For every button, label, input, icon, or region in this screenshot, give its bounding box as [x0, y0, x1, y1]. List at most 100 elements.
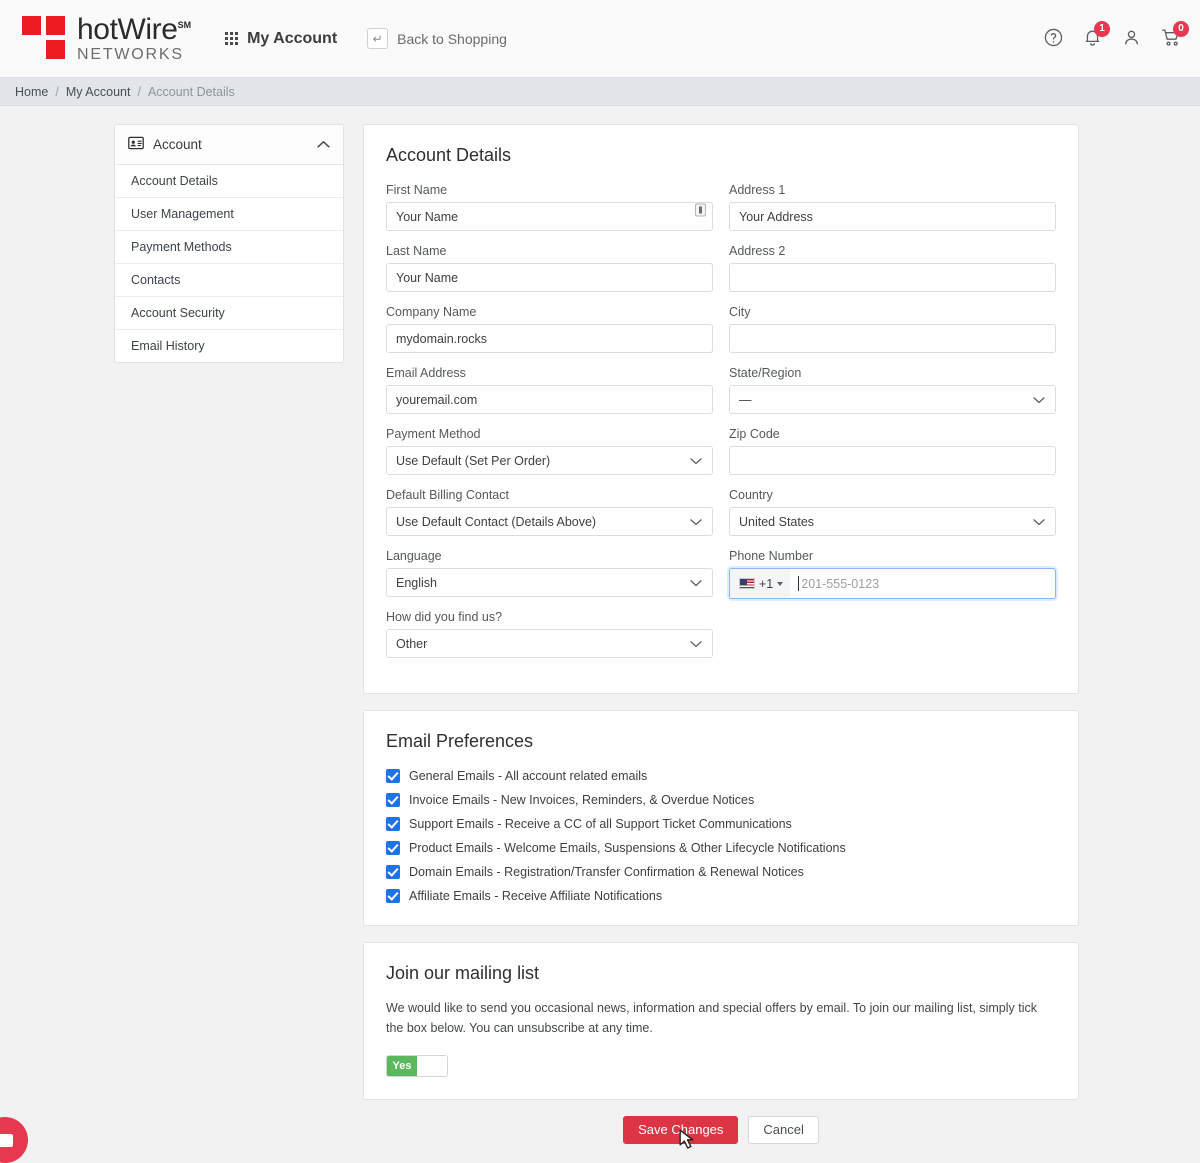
checkbox-checked-icon[interactable]	[386, 841, 400, 855]
zip-code-input[interactable]	[729, 446, 1056, 475]
help-circle-icon[interactable]	[1043, 27, 1064, 51]
chevron-down-icon	[690, 454, 702, 468]
chevron-down-icon	[1033, 393, 1045, 407]
sidebar-item-account-security[interactable]: Account Security	[115, 297, 343, 330]
field-language: Language English	[386, 549, 713, 597]
label-address-1: Address 1	[729, 183, 786, 197]
field-country: Country United States	[729, 488, 1056, 536]
breadcrumb: Home / My Account / Account Details	[0, 78, 1200, 106]
first-name-input[interactable]: Your Name	[386, 202, 713, 231]
contact-card-icon	[128, 136, 144, 153]
address-1-input[interactable]: Your Address	[729, 202, 1056, 231]
email-address-input[interactable]: youremail.com	[386, 385, 713, 414]
sidebar-item-account-details[interactable]: Account Details	[115, 165, 343, 198]
field-phone-number: Phone Number +1	[729, 549, 1056, 599]
chevron-down-icon	[777, 581, 784, 586]
checkbox-checked-icon[interactable]	[386, 769, 400, 783]
password-manager-icon[interactable]	[695, 203, 706, 217]
field-default-billing-contact: Default Billing Contact Use Default Cont…	[386, 488, 713, 536]
breadcrumb-current: Account Details	[147, 84, 235, 99]
pref-general-emails-label: General Emails - All account related ema…	[409, 769, 648, 783]
sidebar-section-account[interactable]: Account	[115, 125, 343, 165]
sidebar-item-user-management[interactable]: User Management	[115, 198, 343, 231]
email-preferences-title: Email Preferences	[386, 731, 534, 751]
payment-method-select[interactable]: Use Default (Set Per Order)	[386, 446, 713, 475]
label-first-name: First Name	[386, 183, 448, 197]
sidebar-item-payment-methods[interactable]: Payment Methods	[115, 231, 343, 264]
user-icon[interactable]	[1121, 27, 1142, 51]
pref-support-emails[interactable]: Support Emails - Receive a CC of all Sup…	[386, 817, 1056, 831]
sidebar-item-email-history[interactable]: Email History	[115, 330, 343, 362]
main-content: Account Details First Name Your Name Las…	[363, 124, 1079, 1144]
country-select[interactable]: United States	[729, 507, 1056, 536]
state-region-select[interactable]: —	[729, 385, 1056, 414]
breadcrumb-home[interactable]: Home	[15, 85, 48, 99]
chevron-down-icon	[690, 576, 702, 590]
cancel-button[interactable]: Cancel	[748, 1115, 819, 1144]
language-select[interactable]: English	[386, 568, 713, 597]
payment-method-value: Use Default (Set Per Order)	[396, 453, 551, 468]
breadcrumb-separator: /	[137, 84, 141, 99]
brand-logo[interactable]: hotWireSM NETWORKS	[22, 12, 191, 63]
sidebar: Account Account Details User Management …	[114, 124, 344, 1144]
mailing-list-description: We would like to send you occasional new…	[386, 1001, 1038, 1036]
sidebar-section-label: Account	[153, 137, 202, 152]
field-email-address: Email Address youremail.com	[386, 366, 713, 414]
default-billing-contact-value: Use Default Contact (Details Above)	[396, 514, 597, 529]
breadcrumb-my-account[interactable]: My Account	[66, 85, 131, 99]
pref-support-emails-label: Support Emails - Receive a CC of all Sup…	[409, 817, 792, 831]
sidebar-item-contacts[interactable]: Contacts	[115, 264, 343, 297]
account-details-panel: Account Details First Name Your Name Las…	[363, 124, 1079, 694]
bell-icon[interactable]: 1	[1082, 20, 1110, 51]
mailing-list-toggle-on-label: Yes	[387, 1055, 417, 1076]
logo-subtext: NETWORKS	[77, 45, 184, 63]
form-column-right: Address 1 Your Address Address 2 City St…	[729, 183, 1056, 671]
checkbox-checked-icon[interactable]	[386, 793, 400, 807]
last-name-input[interactable]: Your Name	[386, 263, 713, 292]
checkbox-checked-icon[interactable]	[386, 865, 400, 879]
city-input[interactable]	[729, 324, 1056, 353]
country-value: United States	[739, 514, 815, 529]
chat-icon	[0, 1133, 13, 1147]
pref-invoice-emails[interactable]: Invoice Emails - New Invoices, Reminders…	[386, 793, 1056, 807]
back-to-shopping-label: Back to Shopping	[397, 30, 507, 47]
address-2-input[interactable]	[729, 263, 1056, 292]
checkbox-checked-icon[interactable]	[386, 889, 400, 903]
mailing-list-toggle[interactable]: Yes	[386, 1054, 448, 1077]
my-account-button[interactable]: My Account	[225, 30, 337, 48]
field-state-region: State/Region —	[729, 366, 1056, 414]
label-language: Language	[386, 549, 442, 563]
logo-wordmark: hotWireSM	[77, 12, 191, 46]
chevron-up-icon[interactable]	[317, 137, 330, 152]
phone-country-selector[interactable]: +1	[730, 569, 791, 598]
save-changes-button[interactable]: Save Changes	[623, 1115, 739, 1144]
pref-domain-emails[interactable]: Domain Emails - Registration/Transfer Co…	[386, 865, 1056, 879]
chevron-down-icon	[690, 515, 702, 529]
pref-product-emails-label: Product Emails - Welcome Emails, Suspens…	[409, 841, 846, 855]
label-country: Country	[729, 488, 773, 502]
chevron-down-icon	[1033, 515, 1045, 529]
header-actions: 1 0	[1043, 20, 1189, 51]
label-state-region: State/Region	[729, 366, 802, 380]
field-how-did-you-find-us: How did you find us? Other	[386, 610, 713, 658]
checkbox-checked-icon[interactable]	[386, 817, 400, 831]
pref-affiliate-emails[interactable]: Affiliate Emails - Receive Affiliate Not…	[386, 889, 1056, 903]
logo-squares-icon	[22, 15, 68, 62]
label-payment-method: Payment Method	[386, 427, 481, 441]
back-to-shopping-button[interactable]: ↵ Back to Shopping	[367, 28, 507, 49]
chevron-down-icon	[690, 637, 702, 651]
pref-general-emails[interactable]: General Emails - All account related ema…	[386, 769, 1056, 783]
enter-arrow-icon: ↵	[367, 28, 389, 49]
logo-main-text: hotWire	[77, 12, 178, 46]
breadcrumb-separator: /	[55, 84, 59, 99]
how-did-you-find-us-select[interactable]: Other	[386, 629, 713, 658]
phone-number-input[interactable]	[799, 569, 1055, 598]
label-email-address: Email Address	[386, 366, 466, 380]
bell-badge: 1	[1094, 20, 1110, 37]
default-billing-contact-select[interactable]: Use Default Contact (Details Above)	[386, 507, 713, 536]
company-name-input[interactable]: mydomain.rocks	[386, 324, 713, 353]
pref-product-emails[interactable]: Product Emails - Welcome Emails, Suspens…	[386, 841, 1056, 855]
mailing-list-panel: Join our mailing list We would like to s…	[363, 942, 1079, 1100]
label-last-name: Last Name	[386, 244, 447, 258]
cart-icon[interactable]: 0	[1160, 20, 1189, 51]
